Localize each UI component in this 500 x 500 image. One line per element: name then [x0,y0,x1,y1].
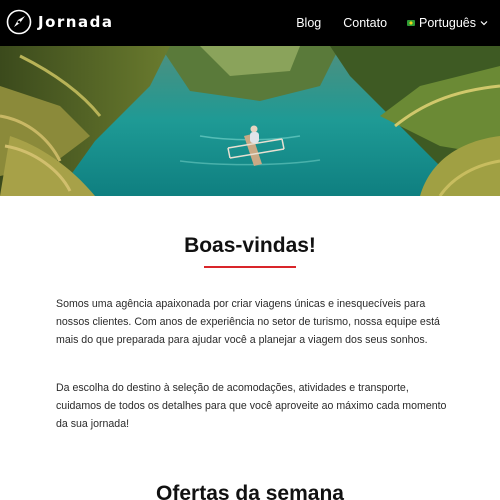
hero-image [0,46,500,196]
brand-home-link[interactable]: Jornada [6,9,113,35]
welcome-title: Boas-vindas! [184,234,316,257]
welcome-paragraph-2: Da escolha do destino à seleção de acomo… [56,382,447,430]
chevron-down-icon [480,21,488,26]
nav-link-contact[interactable]: Contato [343,16,387,30]
offers-title: Ofertas da semana [156,482,344,500]
top-navbar: Jornada Blog Contato Português [0,0,500,46]
welcome-paragraph-1: Somos uma agência apaixonada por criar v… [56,298,440,346]
page: Jornada Blog Contato Português Boas-vind… [0,0,500,500]
compass-logo-icon [6,9,32,35]
main-nav: Blog Contato Português [274,0,488,46]
brand-name: Jornada [38,13,114,31]
brazil-flag-icon [407,20,416,26]
language-label: Português [419,16,476,30]
title-underline [204,266,296,268]
nav-link-blog[interactable]: Blog [296,16,321,30]
language-selector[interactable]: Português [407,16,488,30]
hero-photo [0,46,500,196]
